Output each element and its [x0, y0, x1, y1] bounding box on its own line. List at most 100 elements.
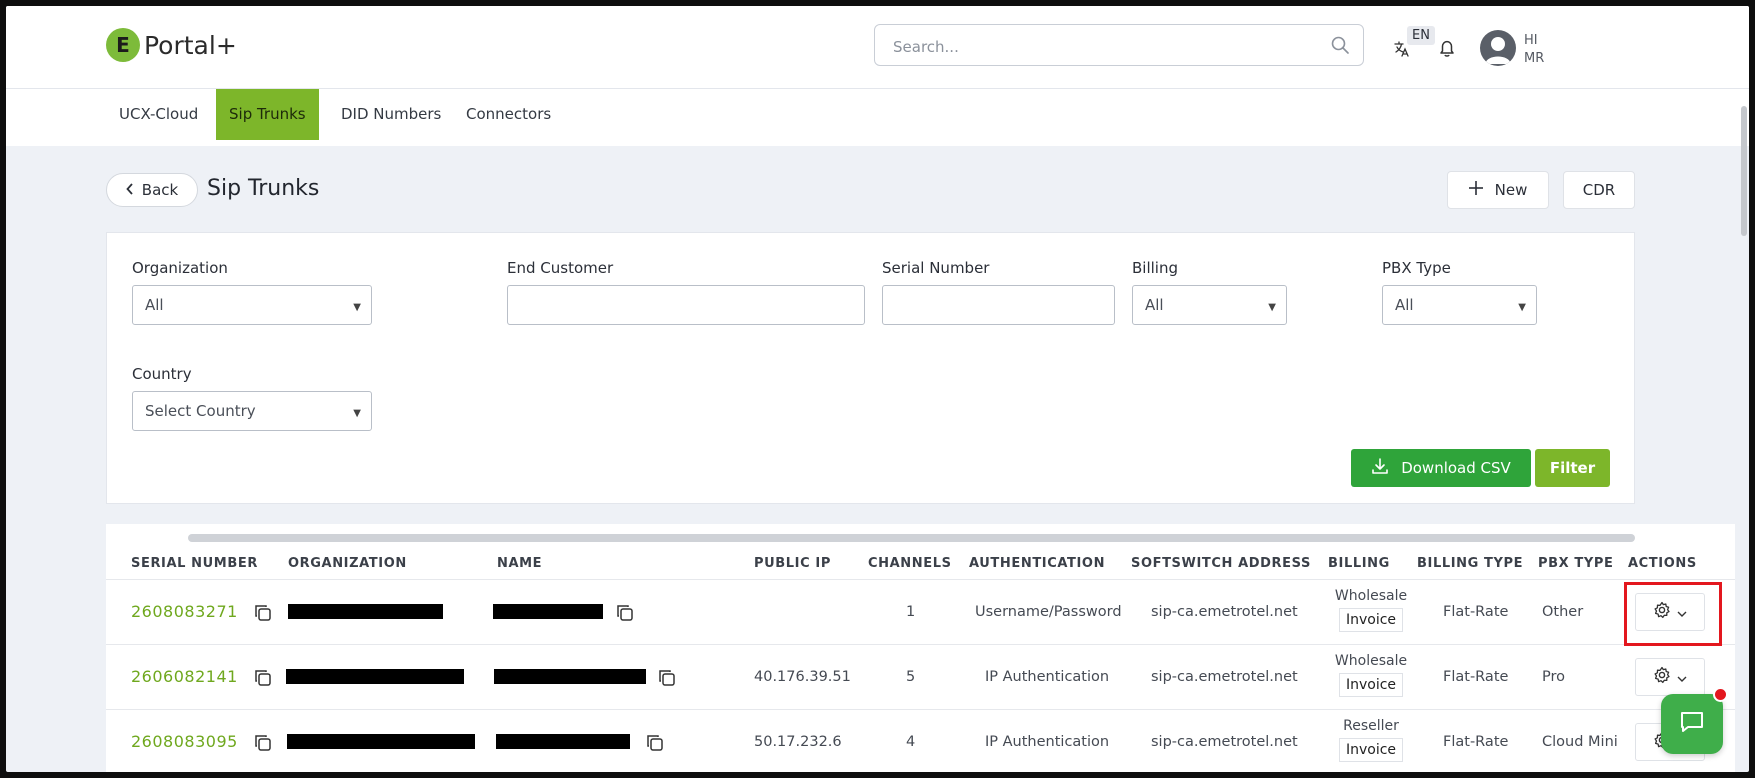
search-input[interactable]: [891, 35, 1315, 59]
actions-dropdown-button[interactable]: [1635, 658, 1705, 696]
pbx-type-select[interactable]: All ▼: [1382, 285, 1537, 325]
billing-select[interactable]: All ▼: [1132, 285, 1287, 325]
redacted-name: [493, 604, 603, 619]
caret-down-icon: ▼: [353, 408, 361, 419]
column-header[interactable]: NAME: [497, 556, 542, 571]
copy-icon[interactable]: [646, 734, 664, 756]
sip-trunks-table: SERIAL NUMBER ORGANIZATION NAME PUBLIC I…: [106, 524, 1735, 772]
end-customer-field[interactable]: [507, 285, 865, 325]
column-header[interactable]: BILLING: [1328, 556, 1390, 571]
column-header[interactable]: PUBLIC IP: [754, 556, 831, 571]
vertical-scrollbar[interactable]: [1739, 106, 1749, 246]
copy-icon[interactable]: [254, 604, 272, 626]
logo-text: Portal+: [144, 30, 237, 60]
billing-type: Flat-Rate: [1443, 604, 1509, 620]
serial-number-input[interactable]: [883, 286, 1114, 324]
table-row: 2608083095 50.17.232.6 4 IP Authenticati…: [106, 710, 1735, 772]
page-title: Sip Trunks: [207, 176, 320, 201]
download-csv-label: Download CSV: [1401, 459, 1511, 477]
caret-down-icon: ▼: [353, 302, 361, 313]
redacted-organization: [288, 604, 443, 619]
copy-icon[interactable]: [254, 669, 272, 691]
pbx-type: Cloud Mini: [1542, 734, 1618, 750]
caret-down-icon: ▼: [1268, 302, 1276, 313]
billing-cell: Wholesale Invoice: [1331, 588, 1411, 632]
greeting-line-2: MR: [1524, 51, 1545, 66]
highlight-box: [1624, 582, 1722, 646]
invoice-badge: Invoice: [1338, 673, 1404, 697]
caret-down-icon: ▼: [1518, 302, 1526, 313]
organization-select[interactable]: All ▼: [132, 285, 372, 325]
horizontal-scrollbar[interactable]: [188, 534, 1635, 542]
billing-value: All: [1145, 296, 1164, 314]
tab-connectors[interactable]: Connectors: [453, 89, 564, 140]
serial-number-field[interactable]: [882, 285, 1115, 325]
pbx-type: Other: [1542, 604, 1584, 620]
greeting-line-1: HI: [1524, 33, 1538, 48]
language-switcher[interactable]: EN: [1391, 26, 1435, 66]
redacted-name: [494, 669, 646, 684]
invoice-badge: Invoice: [1338, 738, 1404, 762]
column-header[interactable]: SERIAL NUMBER: [131, 556, 258, 571]
channels: 5: [906, 669, 916, 685]
tab-ucx-cloud[interactable]: UCX-Cloud: [106, 89, 211, 140]
search-icon[interactable]: [1331, 36, 1349, 58]
column-header[interactable]: AUTHENTICATION: [969, 556, 1105, 571]
download-csv-button[interactable]: Download CSV: [1351, 449, 1531, 487]
user-avatar[interactable]: [1480, 30, 1516, 66]
billing-cell: Reseller Invoice: [1331, 718, 1411, 762]
column-header[interactable]: ACTIONS: [1628, 556, 1697, 571]
column-header[interactable]: SOFTSWITCH ADDRESS: [1131, 556, 1311, 571]
search-box[interactable]: [874, 24, 1364, 66]
chat-button[interactable]: [1661, 694, 1723, 754]
tab-sip-trunks[interactable]: Sip Trunks: [216, 89, 319, 140]
bell-icon[interactable]: [1438, 38, 1456, 62]
country-select[interactable]: Select Country ▼: [132, 391, 372, 431]
authentication: IP Authentication: [985, 734, 1110, 750]
serial-number-link[interactable]: 2608083271: [131, 602, 238, 621]
billing-cell: Wholesale Invoice: [1331, 653, 1411, 697]
column-header[interactable]: PBX TYPE: [1538, 556, 1613, 571]
chat-icon: [1679, 710, 1705, 738]
filter-button[interactable]: Filter: [1535, 449, 1610, 487]
chevron-left-icon: [126, 181, 134, 199]
authentication: Username/Password: [975, 604, 1122, 620]
plus-icon: [1468, 181, 1483, 199]
country-label: Country: [132, 365, 192, 383]
serial-number-link[interactable]: 2608083095: [131, 732, 238, 751]
language-badge: EN: [1407, 26, 1435, 45]
column-header[interactable]: ORGANIZATION: [288, 556, 407, 571]
authentication: IP Authentication: [985, 669, 1110, 685]
softswitch-address: sip-ca.emetrotel.net: [1151, 734, 1298, 750]
back-button[interactable]: Back: [106, 173, 198, 207]
logo[interactable]: E Portal+: [106, 28, 237, 62]
copy-icon[interactable]: [658, 669, 676, 691]
end-customer-label: End Customer: [507, 259, 614, 277]
pbx-type-value: All: [1395, 296, 1414, 314]
softswitch-address: sip-ca.emetrotel.net: [1151, 669, 1298, 685]
back-label: Back: [141, 181, 179, 199]
scrollbar-thumb[interactable]: [1741, 106, 1747, 236]
new-label: New: [1494, 181, 1528, 199]
copy-icon[interactable]: [616, 604, 634, 626]
download-icon: [1371, 457, 1389, 479]
nav-tabs: UCX-Cloud Sip Trunks DID Numbers Connect…: [6, 89, 1749, 146]
cdr-button[interactable]: CDR: [1563, 171, 1635, 209]
public-ip: 50.17.232.6: [754, 734, 842, 750]
channels: 1: [906, 604, 916, 620]
copy-icon[interactable]: [254, 734, 272, 756]
user-greeting[interactable]: HI MR: [1524, 32, 1544, 68]
column-header[interactable]: CHANNELS: [868, 556, 952, 571]
column-header[interactable]: BILLING TYPE: [1417, 556, 1523, 571]
notification-dot: [1713, 687, 1728, 702]
end-customer-input[interactable]: [508, 286, 864, 324]
serial-number-link[interactable]: 2606082141: [131, 667, 238, 686]
tab-did-numbers[interactable]: DID Numbers: [328, 89, 454, 140]
pbx-type: Pro: [1542, 669, 1566, 685]
billing-value: Wholesale: [1334, 653, 1408, 669]
app-window: E Portal+ EN HI MR UCX-Cloud Sip: [6, 6, 1749, 772]
redacted-organization: [287, 734, 475, 749]
table-row: 2606082141 40.176.39.51 5 IP Authenticat…: [106, 645, 1735, 710]
new-button[interactable]: New: [1447, 171, 1549, 209]
pbx-type-label: PBX Type: [1382, 259, 1451, 277]
